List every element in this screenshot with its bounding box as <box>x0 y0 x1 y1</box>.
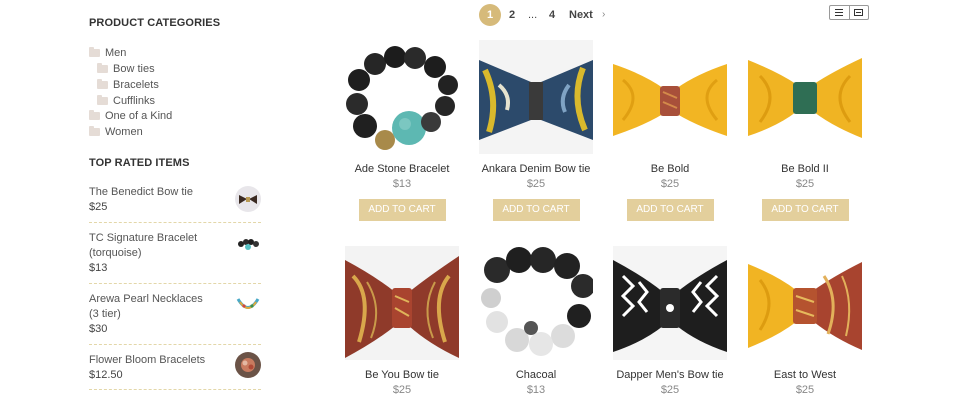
product-card[interactable]: Ade Stone Bracelet $13 ADD TO CART <box>345 40 459 221</box>
product-price: $13 <box>526 384 546 396</box>
category-label: Cufflinks <box>113 95 155 107</box>
top-rated-name[interactable]: Flower Bloom Bracelets <box>89 353 207 368</box>
product-price: $25 <box>795 178 815 190</box>
necklace-thumbnail-image <box>236 298 260 309</box>
folder-icon <box>89 47 100 57</box>
product-price: $25 <box>660 178 680 190</box>
product-image[interactable] <box>613 246 727 360</box>
product-price: $25 <box>392 384 412 396</box>
product-image[interactable] <box>345 40 459 154</box>
divider <box>89 389 261 390</box>
folder-icon <box>97 63 108 73</box>
product-card[interactable]: Chacoal $13 <box>479 246 593 396</box>
be-bold-bow-tie-image <box>613 40 727 154</box>
top-rated-thumbnail[interactable] <box>235 352 261 378</box>
top-rated-name[interactable]: TC Signature Bracelet (torquoise) <box>89 231 207 261</box>
category-label: Bracelets <box>113 79 159 91</box>
category-cufflinks[interactable]: Cufflinks <box>97 95 155 107</box>
product-price: $25 <box>660 384 680 396</box>
product-image[interactable] <box>613 40 727 154</box>
top-rated-thumbnail[interactable] <box>235 186 261 212</box>
product-image[interactable] <box>748 40 862 154</box>
ankara-bow-tie-image <box>479 40 593 154</box>
product-name[interactable]: Chacoal <box>479 369 593 381</box>
bow-tie-thumbnail-image <box>239 195 257 204</box>
product-card[interactable]: Dapper Men's Bow tie $25 <box>613 246 727 396</box>
add-to-cart-button[interactable]: ADD TO CART <box>492 199 580 221</box>
product-name[interactable]: Be Bold II <box>748 163 862 175</box>
product-price: $13 <box>392 178 412 190</box>
category-label: Bow ties <box>113 63 155 75</box>
product-card[interactable]: Be Bold II $25 ADD TO CART <box>748 40 862 221</box>
top-rated-price: $30 <box>89 323 108 335</box>
product-price: $25 <box>526 178 546 190</box>
next-arrow-icon[interactable]: › <box>602 9 605 20</box>
product-name[interactable]: Ade Stone Bracelet <box>345 163 459 175</box>
be-bold-ii-bow-tie-image <box>748 40 862 154</box>
next-page-link[interactable]: Next <box>569 9 593 21</box>
category-label: Men <box>105 47 127 59</box>
product-categories-heading: PRODUCT CATEGORIES <box>89 17 221 29</box>
folder-icon <box>97 79 108 89</box>
product-name[interactable]: Ankara Denim Bow tie <box>479 163 593 175</box>
divider <box>89 283 261 284</box>
page-4-link[interactable]: 4 <box>549 9 555 21</box>
top-rated-name[interactable]: Arewa Pearl Necklaces (3 tier) <box>89 292 207 322</box>
product-card[interactable]: Ankara Denim Bow tie $25 ADD TO CART <box>479 40 593 221</box>
add-to-cart-button[interactable]: ADD TO CART <box>761 199 849 221</box>
product-card[interactable]: Be Bold $25 ADD TO CART <box>613 40 727 221</box>
chacoal-bracelet-image <box>479 246 593 360</box>
flower-bracelet-thumbnail-image <box>241 358 255 372</box>
product-name[interactable]: East to West <box>748 369 862 381</box>
stone-bracelet-image <box>345 40 459 154</box>
add-to-cart-button[interactable]: ADD TO CART <box>626 199 714 221</box>
product-image[interactable] <box>345 246 459 360</box>
product-image[interactable] <box>479 246 593 360</box>
product-image[interactable] <box>748 246 862 360</box>
category-bracelets[interactable]: Bracelets <box>97 79 159 91</box>
category-bow-ties[interactable]: Bow ties <box>97 63 155 75</box>
grid-view-icon[interactable] <box>848 6 869 19</box>
product-price: $25 <box>795 384 815 396</box>
top-rated-heading: TOP RATED ITEMS <box>89 157 190 169</box>
product-card[interactable]: East to West $25 <box>748 246 862 396</box>
be-you-bow-tie-image <box>345 246 459 360</box>
category-label: One of a Kind <box>105 110 173 122</box>
view-toggle <box>829 5 869 20</box>
product-name[interactable]: Be Bold <box>613 163 727 175</box>
dapper-bow-tie-image <box>613 246 727 360</box>
divider <box>89 222 261 223</box>
east-to-west-bow-tie-image <box>748 246 862 360</box>
product-name[interactable]: Be You Bow tie <box>345 369 459 381</box>
page-2-link[interactable]: 2 <box>509 9 515 21</box>
product-card[interactable]: Be You Bow tie $25 <box>345 246 459 396</box>
folder-icon <box>89 126 100 136</box>
category-one-of-a-kind[interactable]: One of a Kind <box>89 110 172 122</box>
bracelet-thumbnail-image <box>238 239 259 250</box>
pagination-ellipsis: ... <box>528 9 538 21</box>
top-rated-thumbnail[interactable] <box>235 231 261 257</box>
top-rated-price: $13 <box>89 262 108 274</box>
category-men[interactable]: Men <box>89 47 126 59</box>
folder-icon <box>89 110 100 120</box>
category-women[interactable]: Women <box>89 126 143 138</box>
add-to-cart-button[interactable]: ADD TO CART <box>358 199 446 221</box>
folder-icon <box>97 95 108 105</box>
list-view-icon[interactable] <box>830 6 849 19</box>
product-name[interactable]: Dapper Men's Bow tie <box>613 369 727 381</box>
top-rated-thumbnail[interactable] <box>235 292 261 318</box>
page-1-current[interactable]: 1 <box>479 4 501 26</box>
top-rated-name[interactable]: The Benedict Bow tie <box>89 185 207 200</box>
divider <box>89 344 261 345</box>
product-image[interactable] <box>479 40 593 154</box>
category-label: Women <box>105 126 143 138</box>
